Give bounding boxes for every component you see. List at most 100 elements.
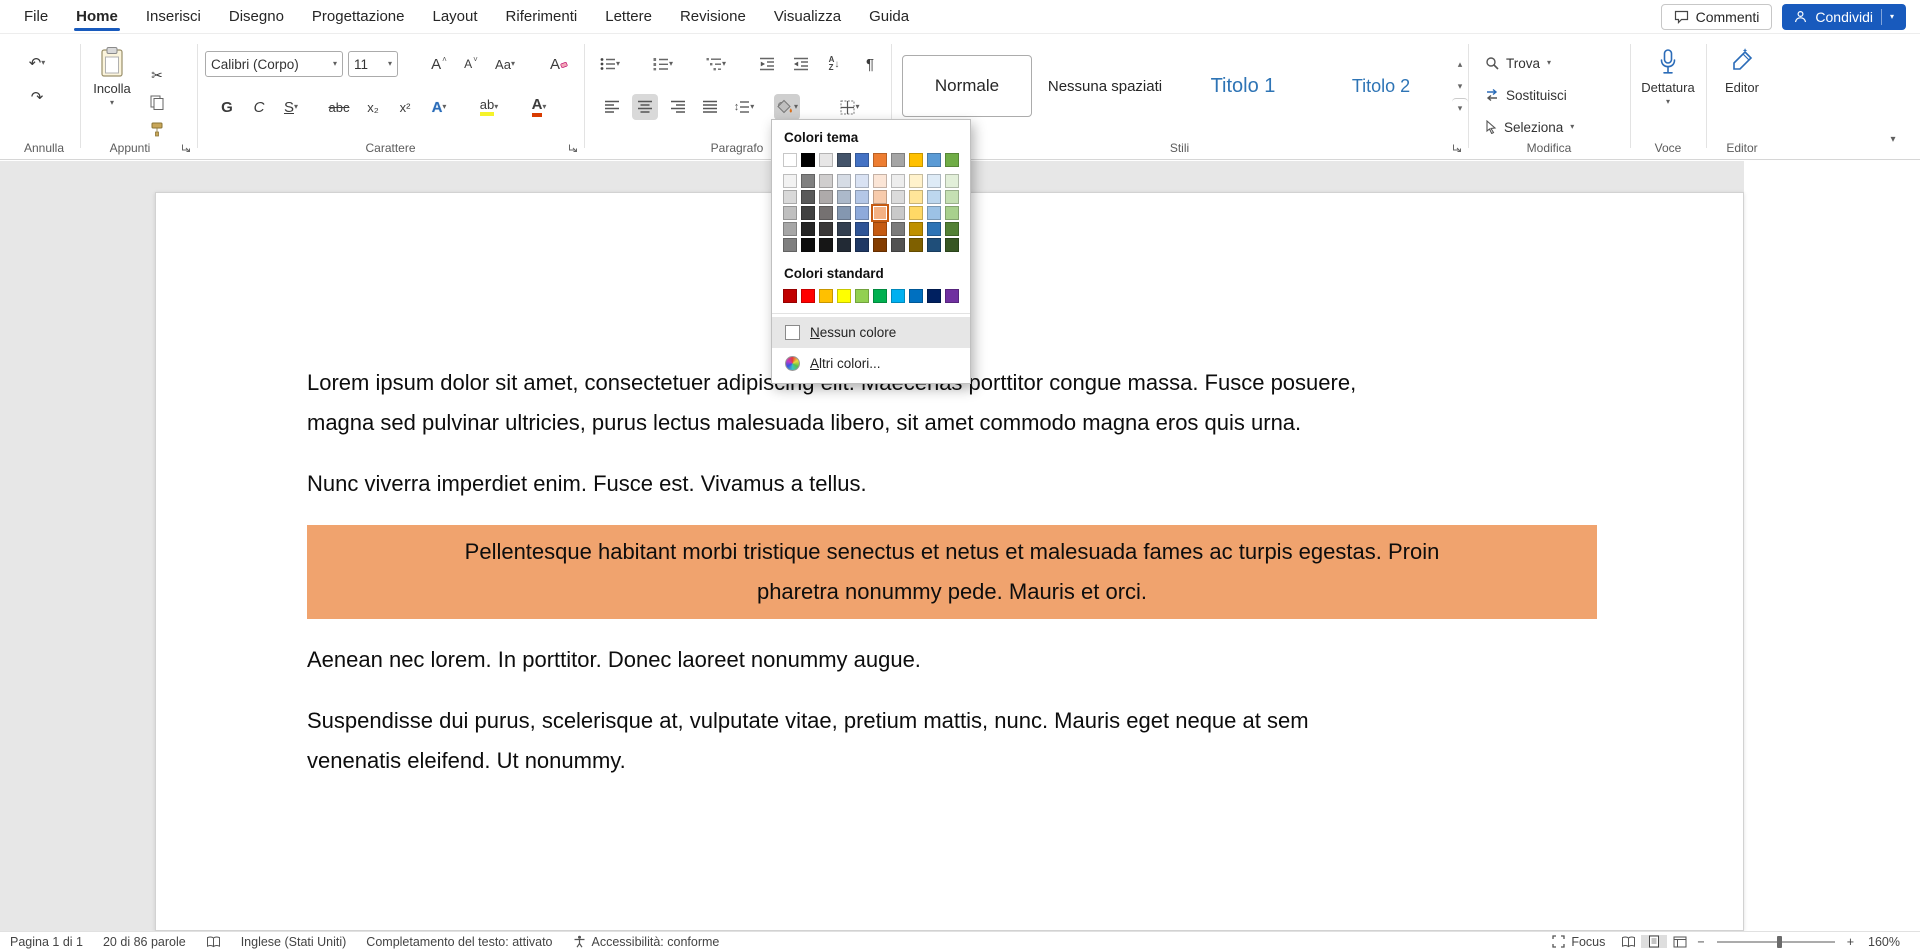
appunti-dialog-launcher[interactable] bbox=[181, 143, 191, 153]
font-size-combobox[interactable]: 11 ▾ bbox=[348, 51, 398, 77]
tab-inserisci[interactable]: Inserisci bbox=[132, 0, 215, 33]
paste-button[interactable]: Incolla ▾ bbox=[88, 46, 136, 124]
align-left-button[interactable] bbox=[599, 94, 625, 120]
tab-disegno[interactable]: Disegno bbox=[215, 0, 298, 33]
color-swatch[interactable] bbox=[801, 190, 815, 204]
color-swatch[interactable] bbox=[891, 238, 905, 252]
styles-more-button[interactable]: ▾ bbox=[1452, 98, 1468, 118]
bold-button[interactable]: G bbox=[214, 94, 240, 120]
color-swatch[interactable] bbox=[819, 153, 833, 167]
color-swatch[interactable] bbox=[945, 174, 959, 188]
color-swatch[interactable] bbox=[891, 289, 905, 303]
color-swatch[interactable] bbox=[909, 238, 923, 252]
color-swatch[interactable] bbox=[891, 206, 905, 220]
accessibility-status[interactable]: Accessibilità: conforme bbox=[563, 932, 730, 951]
numbering-button[interactable]: ▾ bbox=[650, 51, 676, 77]
color-swatch[interactable] bbox=[783, 153, 797, 167]
color-swatch[interactable] bbox=[909, 289, 923, 303]
zoom-in-button[interactable]: + bbox=[1843, 935, 1858, 949]
undo-button[interactable]: ↶ ▾ bbox=[24, 50, 50, 76]
color-swatch[interactable] bbox=[783, 174, 797, 188]
tab-progettazione[interactable]: Progettazione bbox=[298, 0, 419, 33]
color-swatch[interactable] bbox=[873, 190, 887, 204]
shading-button[interactable]: ▾ bbox=[774, 94, 800, 120]
color-swatch[interactable] bbox=[855, 174, 869, 188]
color-swatch[interactable] bbox=[855, 222, 869, 236]
replace-button[interactable]: Sostituisci bbox=[1479, 83, 1573, 107]
color-swatch[interactable] bbox=[801, 222, 815, 236]
color-swatch[interactable] bbox=[891, 153, 905, 167]
tab-guida[interactable]: Guida bbox=[855, 0, 923, 33]
color-swatch[interactable] bbox=[927, 153, 941, 167]
color-swatch[interactable] bbox=[891, 222, 905, 236]
color-swatch[interactable] bbox=[819, 206, 833, 220]
color-swatch[interactable] bbox=[909, 153, 923, 167]
tab-revisione[interactable]: Revisione bbox=[666, 0, 760, 33]
color-swatch[interactable] bbox=[819, 222, 833, 236]
proofing-status[interactable] bbox=[196, 932, 231, 951]
superscript-button[interactable]: x² bbox=[392, 94, 418, 120]
read-mode-view-button[interactable] bbox=[1615, 936, 1641, 948]
no-color-menu-item[interactable]: Nessun colore bbox=[772, 317, 970, 348]
tab-riferimenti[interactable]: Riferimenti bbox=[492, 0, 592, 33]
color-swatch[interactable] bbox=[801, 289, 815, 303]
zoom-slider[interactable] bbox=[1717, 941, 1835, 943]
color-swatch[interactable] bbox=[945, 153, 959, 167]
carattere-dialog-launcher[interactable] bbox=[568, 143, 578, 153]
tab-home[interactable]: Home bbox=[62, 0, 132, 33]
color-swatch[interactable] bbox=[873, 153, 887, 167]
tab-file[interactable]: File bbox=[10, 0, 62, 33]
color-swatch[interactable] bbox=[873, 206, 887, 220]
collapse-ribbon-button[interactable]: ▾ bbox=[1880, 127, 1906, 153]
bullets-button[interactable]: ▾ bbox=[597, 51, 623, 77]
color-swatch[interactable] bbox=[945, 222, 959, 236]
dictate-button[interactable]: Dettatura ▾ bbox=[1636, 48, 1700, 128]
paragraph[interactable]: Suspendisse dui purus, scelerisque at, v… bbox=[307, 701, 1597, 781]
more-colors-menu-item[interactable]: Altri colori... bbox=[772, 348, 970, 379]
color-swatch[interactable] bbox=[837, 289, 851, 303]
italic-button[interactable]: C bbox=[246, 94, 272, 120]
color-swatch[interactable] bbox=[909, 190, 923, 204]
color-swatch[interactable] bbox=[873, 289, 887, 303]
color-swatch[interactable] bbox=[837, 190, 851, 204]
color-swatch[interactable] bbox=[783, 190, 797, 204]
format-painter-button[interactable] bbox=[144, 116, 170, 142]
subscript-button[interactable]: x₂ bbox=[360, 94, 386, 120]
zoom-out-button[interactable]: − bbox=[1693, 935, 1708, 949]
align-right-button[interactable] bbox=[665, 94, 691, 120]
color-swatch[interactable] bbox=[819, 190, 833, 204]
style-normale[interactable]: Normale bbox=[902, 55, 1032, 117]
color-swatch[interactable] bbox=[819, 289, 833, 303]
multilevel-list-button[interactable]: ▾ bbox=[703, 51, 729, 77]
tab-layout[interactable]: Layout bbox=[419, 0, 492, 33]
paragraph[interactable]: Nunc viverra imperdiet enim. Fusce est. … bbox=[307, 464, 1597, 504]
color-swatch[interactable] bbox=[945, 238, 959, 252]
decrease-indent-button[interactable] bbox=[754, 51, 780, 77]
color-swatch[interactable] bbox=[855, 206, 869, 220]
comments-button[interactable]: Commenti bbox=[1661, 4, 1773, 30]
color-swatch[interactable] bbox=[801, 174, 815, 188]
color-swatch[interactable] bbox=[873, 222, 887, 236]
color-swatch[interactable] bbox=[909, 174, 923, 188]
page-number-status[interactable]: Pagina 1 di 1 bbox=[0, 932, 93, 951]
color-swatch[interactable] bbox=[945, 190, 959, 204]
find-button[interactable]: Trova ▾ bbox=[1479, 51, 1557, 75]
select-button[interactable]: Seleziona ▾ bbox=[1479, 115, 1580, 139]
font-color-button[interactable]: A ▾ bbox=[526, 94, 552, 120]
color-swatch[interactable] bbox=[837, 222, 851, 236]
color-swatch[interactable] bbox=[783, 222, 797, 236]
zoom-slider-thumb[interactable] bbox=[1777, 936, 1782, 948]
share-chevron-icon[interactable]: ▾ bbox=[1890, 13, 1894, 21]
copy-button[interactable] bbox=[144, 89, 170, 115]
share-button[interactable]: Condividi ▾ bbox=[1782, 4, 1906, 30]
shaded-paragraph[interactable]: Pellentesque habitant morbi tristique se… bbox=[307, 525, 1597, 619]
word-count-status[interactable]: 20 di 86 parole bbox=[93, 932, 196, 951]
justify-button[interactable] bbox=[697, 94, 723, 120]
color-swatch[interactable] bbox=[837, 238, 851, 252]
borders-button[interactable]: ▾ bbox=[837, 94, 863, 120]
redo-button[interactable]: ↷ bbox=[24, 84, 50, 110]
style-nessuna-spaziatura[interactable]: Nessuna spaziati bbox=[1040, 55, 1170, 117]
align-center-button[interactable] bbox=[632, 94, 658, 120]
color-swatch[interactable] bbox=[945, 289, 959, 303]
color-swatch[interactable] bbox=[783, 238, 797, 252]
